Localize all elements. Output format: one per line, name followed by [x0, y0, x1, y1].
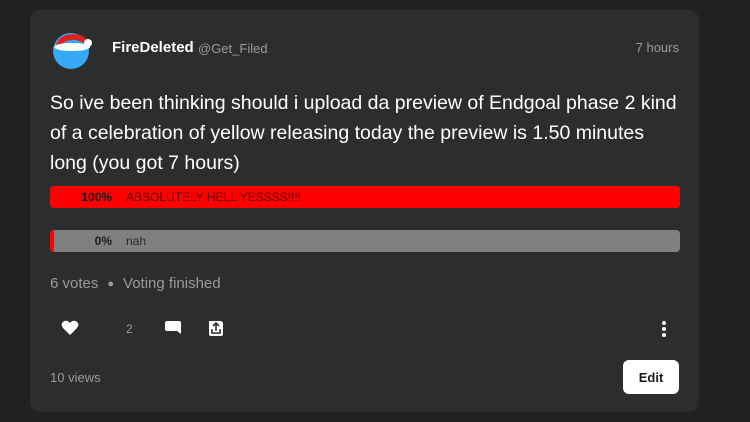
poll-option: 0% nah [50, 230, 680, 252]
avatar[interactable] [50, 27, 92, 69]
poll-option-percent: 100% [81, 190, 112, 204]
more-vertical-icon[interactable] [659, 319, 669, 339]
poll-summary: 6 votes ● Voting finished [50, 275, 221, 292]
post-text: So ive been thinking should i upload da … [50, 92, 677, 174]
separator-dot: ● [107, 278, 115, 290]
edit-button[interactable]: Edit [623, 360, 679, 394]
poll-option-label: nah [126, 234, 147, 248]
poll-option-label: ABSOLUTELY HELL YESSSS!!!! [126, 190, 301, 204]
comment-bubble-icon[interactable] [163, 318, 183, 338]
poll-option: 100% ABSOLUTELY HELL YESSSS!!!! [50, 186, 680, 208]
view-count: 10 views [50, 370, 101, 385]
post-time: 7 hours [635, 40, 679, 55]
author-name[interactable]: FireDeleted [112, 39, 194, 56]
poll-status: Voting finished [123, 275, 221, 292]
author-handle[interactable]: @Get_Filed [198, 41, 268, 56]
share-icon[interactable] [206, 318, 226, 338]
like-count: 2 [126, 322, 133, 336]
poll-option-percent: 0% [94, 234, 112, 248]
post-card: FireDeleted @Get_Filed 7 hours So ive be… [30, 10, 699, 412]
heart-icon[interactable] [60, 318, 80, 338]
vote-count: 6 votes [50, 275, 99, 292]
